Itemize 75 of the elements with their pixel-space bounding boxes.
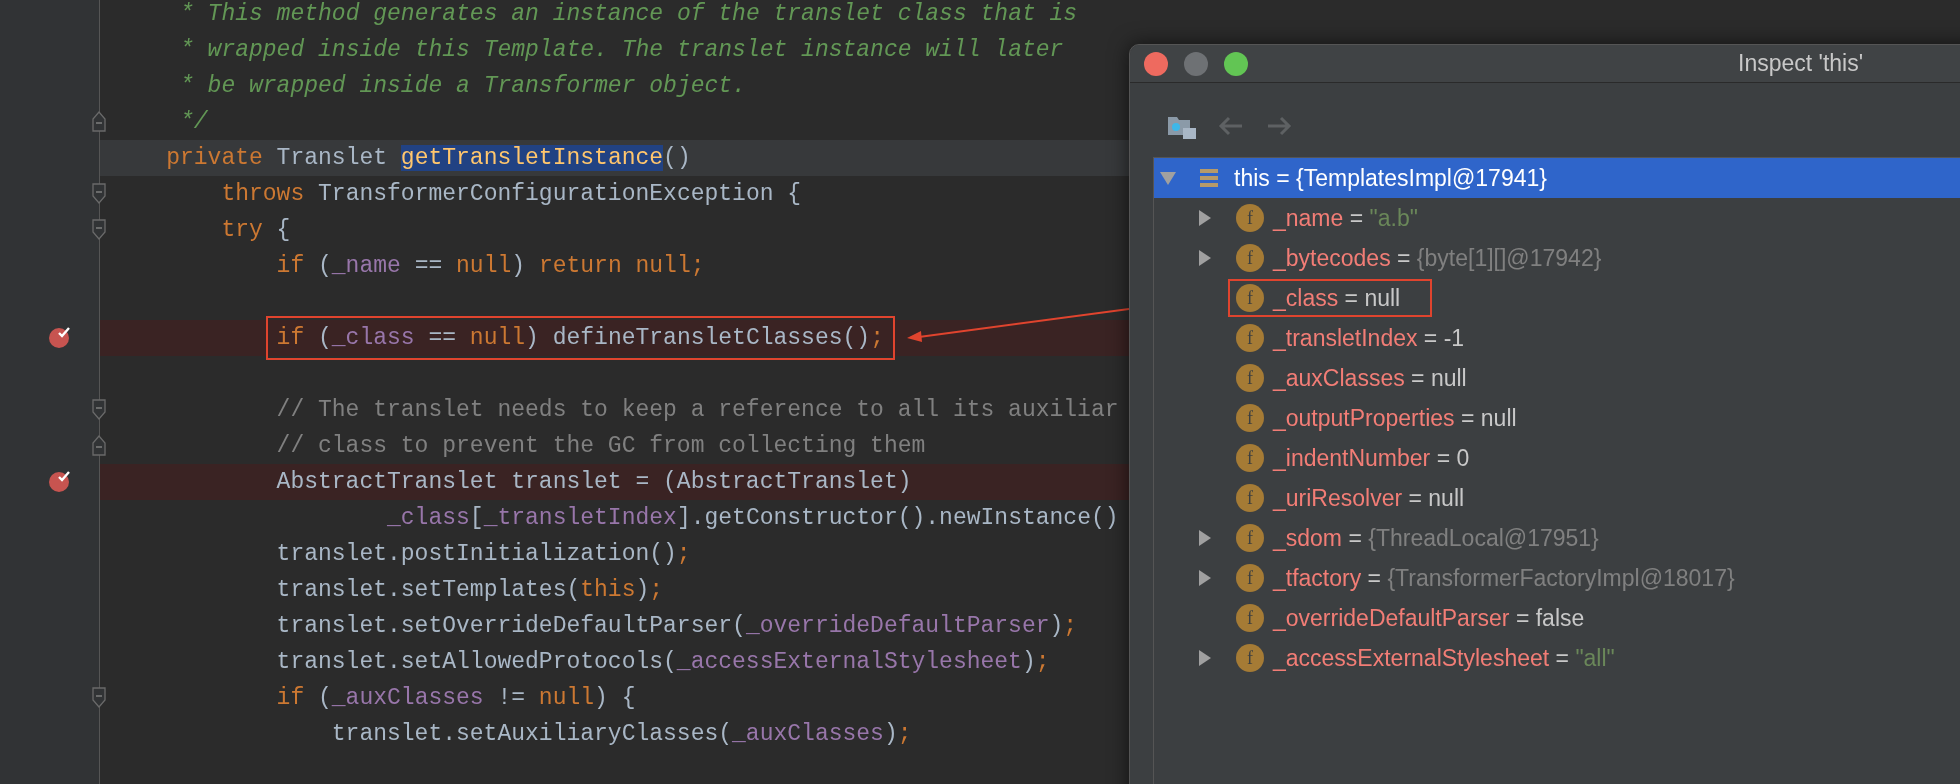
field-badge: f (1236, 524, 1264, 552)
field-badge: f (1236, 204, 1264, 232)
tree-row[interactable]: f _tfactory = {TransformerFactoryImpl@18017} (1154, 558, 1960, 598)
breakpoint-icon[interactable] (47, 325, 73, 349)
code-line: AbstractTranslet translet = (AbstractTranslet) (276, 468, 912, 497)
fold-marker-icon[interactable] (92, 219, 106, 240)
field-entry: _transletIndex = -1 (1273, 323, 1465, 353)
field-badge: f (1236, 284, 1264, 312)
fold-marker-icon[interactable] (92, 399, 106, 420)
collapse-triangle-icon[interactable] (1160, 171, 1176, 185)
field-entry: _auxClasses = null (1273, 363, 1467, 393)
field-badge: f (1236, 324, 1264, 352)
field-entry: _accessExternalStylesheet = "all" (1273, 643, 1615, 673)
code-line: private Translet getTransletInstance() (166, 144, 691, 173)
tree-row[interactable]: f _outputProperties = null (1154, 398, 1960, 438)
field-badge: f (1236, 244, 1264, 272)
field-entry: _bytecodes = {byte[1][]@17942} (1273, 243, 1602, 273)
field-entry: _class = null (1273, 283, 1401, 313)
minimize-button[interactable] (1184, 51, 1208, 76)
code-line: throws TransformerConfigurationException { (221, 180, 802, 209)
tree-row[interactable]: f _accessExternalStylesheet = "all" (1154, 638, 1960, 678)
code-line: */ (180, 108, 208, 137)
tree-row[interactable]: f _sdom = {ThreadLocal@17951} (1154, 518, 1960, 558)
field-badge: f (1236, 364, 1264, 392)
code-line: _class[_transletIndex].getConstructor().newInstance() (387, 504, 1119, 533)
tree-row[interactable]: this = {TemplatesImpl@17941} (1154, 158, 1960, 198)
code-line: translet.setTemplates(this); (276, 576, 664, 605)
tree-row[interactable]: f _class = null (1154, 278, 1960, 318)
field-badge: f (1236, 644, 1264, 672)
object-entry: this = {TemplatesImpl@17941} (1234, 163, 1547, 193)
breakpoint-icon[interactable] (47, 469, 73, 493)
code-line: try { (221, 216, 291, 245)
list-icon (1200, 168, 1218, 188)
window-title: Inspect 'this' (1738, 49, 1864, 79)
fold-marker-icon[interactable] (92, 111, 106, 132)
tree-row[interactable]: f _uriResolver = null (1154, 478, 1960, 518)
code-line: translet.postInitialization(); (276, 540, 691, 569)
expand-triangle-icon[interactable] (1198, 210, 1212, 226)
field-badge: f (1236, 404, 1264, 432)
field-entry: _outputProperties = null (1273, 403, 1517, 433)
field-entry: _sdom = {ThreadLocal@17951} (1273, 523, 1599, 553)
tree-row[interactable]: f _bytecodes = {byte[1][]@17942} (1154, 238, 1960, 278)
code-line: if (_name == null) return null; (276, 252, 705, 281)
field-badge: f (1236, 604, 1264, 632)
code-line: translet.setOverrideDefaultParser(_overrideDefaultParser); (276, 612, 1078, 641)
tree-row[interactable]: f _name = "a.b" (1154, 198, 1960, 238)
fold-marker-icon[interactable] (92, 183, 106, 204)
code-line: translet.setAuxiliaryClasses(_auxClasses); (331, 720, 912, 749)
code-line: if (_auxClasses != null) { (276, 684, 636, 713)
code-line: * be wrapped inside a Transformer object. (180, 72, 746, 101)
expand-triangle-icon[interactable] (1198, 250, 1212, 266)
field-entry: _uriResolver = null (1273, 483, 1465, 513)
field-entry: _name = "a.b" (1273, 203, 1418, 233)
code-line: * This method generates an instance of the translet class that is (180, 0, 1078, 29)
tree-row[interactable]: f _overrideDefaultParser = false (1154, 598, 1960, 638)
code-line: // class to prevent the GC from collecting them (276, 432, 926, 461)
field-badge: f (1236, 444, 1264, 472)
field-entry: _tfactory = {TransformerFactoryImpl@18017} (1273, 563, 1735, 593)
close-button[interactable] (1144, 51, 1168, 76)
maximize-button[interactable] (1224, 51, 1248, 76)
field-entry: _overrideDefaultParser = false (1273, 603, 1585, 633)
fold-marker-icon[interactable] (92, 687, 106, 708)
code-line: // The translet needs to keep a reference to all its auxiliar (276, 396, 1119, 425)
tree-row[interactable]: f _auxClasses = null (1154, 358, 1960, 398)
expand-triangle-icon[interactable] (1198, 570, 1212, 586)
code-line: * wrapped inside this Template. The translet instance will later (180, 36, 1064, 65)
field-entry: _indentNumber = 0 (1273, 443, 1470, 473)
expand-triangle-icon[interactable] (1198, 530, 1212, 546)
field-badge: f (1236, 484, 1264, 512)
expand-triangle-icon[interactable] (1198, 650, 1212, 666)
tree-row[interactable]: f _indentNumber = 0 (1154, 438, 1960, 478)
code-line: translet.setAllowedProtocols(_accessExternalStylesheet); (276, 648, 1050, 677)
tree-row[interactable]: f _transletIndex = -1 (1154, 318, 1960, 358)
field-badge: f (1236, 564, 1264, 592)
fold-marker-icon[interactable] (92, 435, 106, 456)
